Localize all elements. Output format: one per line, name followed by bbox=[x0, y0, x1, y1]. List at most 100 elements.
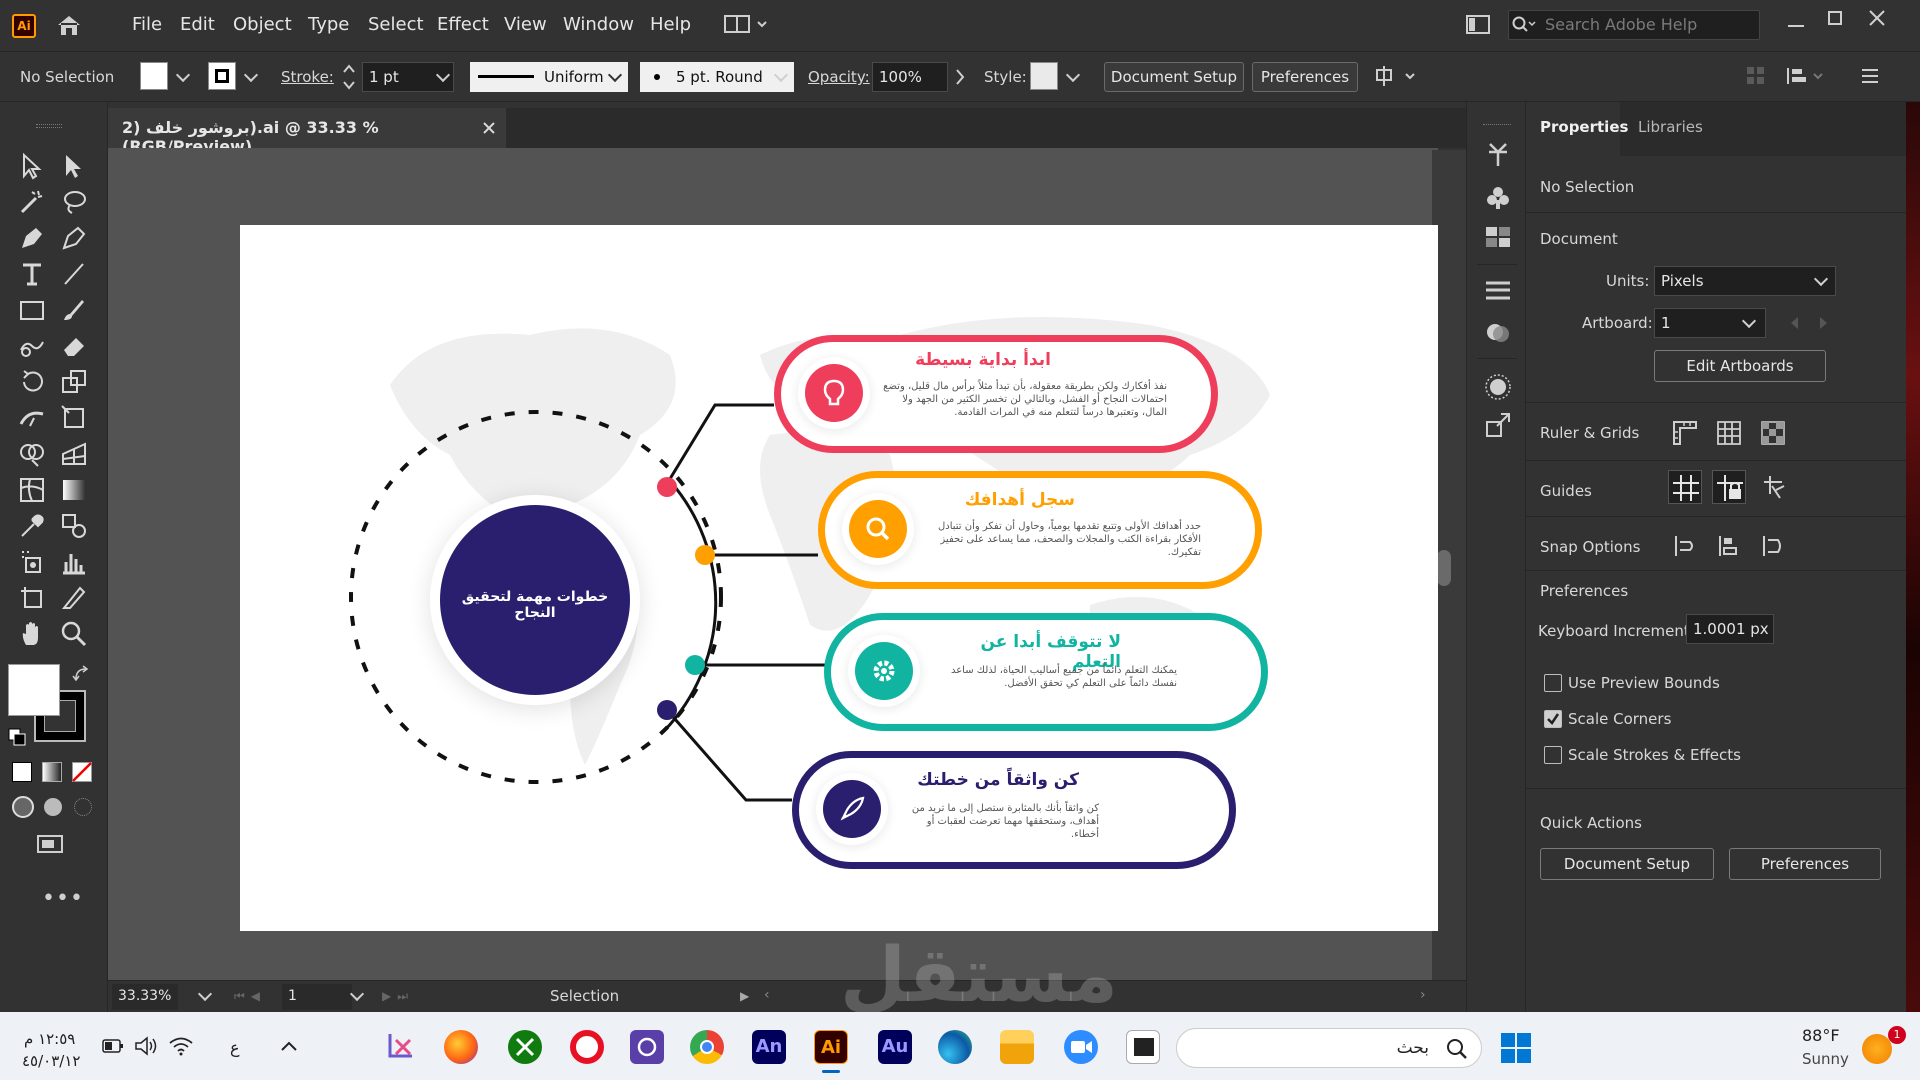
scroll-left-icon[interactable]: ‹ bbox=[764, 987, 770, 1003]
rulers-toggle-icon[interactable] bbox=[1672, 420, 1698, 446]
dock-grip[interactable] bbox=[1483, 124, 1511, 127]
fill-dropdown-icon[interactable] bbox=[175, 67, 191, 83]
curvature-tool-icon[interactable] bbox=[60, 224, 88, 252]
mesh-tool-icon[interactable] bbox=[18, 476, 46, 504]
sun-weather-icon[interactable] bbox=[1862, 1034, 1892, 1064]
menu-window[interactable]: Window bbox=[563, 14, 634, 35]
opacity-arrow-icon[interactable] bbox=[954, 68, 966, 86]
volume-icon[interactable] bbox=[134, 1036, 158, 1056]
close-window-button[interactable] bbox=[1868, 9, 1886, 27]
style-dropdown-icon[interactable] bbox=[1065, 67, 1081, 83]
units-select[interactable]: Pixels bbox=[1654, 266, 1836, 296]
smart-guides-icon[interactable] bbox=[1760, 474, 1788, 502]
preferences-button[interactable]: Preferences bbox=[1252, 62, 1358, 92]
free-transform-tool-icon[interactable] bbox=[60, 404, 88, 432]
blend-tool-icon[interactable] bbox=[60, 512, 88, 540]
symbol-sprayer-tool-icon[interactable] bbox=[18, 548, 46, 576]
artboard-nav-field[interactable]: 1 bbox=[282, 984, 352, 1010]
vertical-scroll-thumb[interactable] bbox=[1437, 550, 1451, 586]
edit-artboards-button[interactable]: Edit Artboards bbox=[1654, 350, 1826, 382]
scale-strokes-checkbox[interactable] bbox=[1544, 746, 1562, 764]
snap-to-pixel-icon[interactable] bbox=[1716, 534, 1742, 558]
next-artboard-icon[interactable] bbox=[1818, 316, 1830, 330]
opacity-field[interactable]: 100% bbox=[872, 62, 948, 92]
animate-app[interactable]: An bbox=[752, 1030, 786, 1064]
stroke-color-dropdown-icon[interactable] bbox=[243, 67, 259, 83]
direct-selection-tool-icon[interactable] bbox=[60, 152, 88, 180]
asset-export-icon[interactable] bbox=[1485, 412, 1511, 438]
lock-guides-button[interactable] bbox=[1712, 470, 1746, 504]
transparency-icon[interactable] bbox=[1485, 320, 1511, 346]
pen-tool-icon[interactable] bbox=[18, 224, 46, 252]
menu-help[interactable]: Help bbox=[650, 14, 691, 35]
screen-mode-icon[interactable] bbox=[36, 832, 68, 856]
zoom-field[interactable]: 33.33% bbox=[112, 984, 178, 1010]
panel-menu-icon[interactable] bbox=[1860, 68, 1880, 84]
maximize-button[interactable] bbox=[1828, 11, 1842, 25]
artboard-tool-icon[interactable] bbox=[18, 584, 46, 612]
search-help-input[interactable]: Search Adobe Help bbox=[1508, 10, 1760, 40]
quick-document-setup-button[interactable]: Document Setup bbox=[1540, 848, 1714, 880]
opera-app[interactable] bbox=[570, 1030, 604, 1064]
zoom-app[interactable] bbox=[1064, 1030, 1098, 1064]
first-prev-artboard-icon[interactable]: ⏮◀ bbox=[234, 989, 266, 1004]
document-setup-button[interactable]: Document Setup bbox=[1104, 62, 1244, 92]
column-graph-tool-icon[interactable] bbox=[60, 548, 88, 576]
minimize-button[interactable] bbox=[1788, 25, 1804, 27]
lasso-tool-icon[interactable] bbox=[60, 188, 88, 216]
chrome-app[interactable] bbox=[690, 1030, 724, 1064]
start-button[interactable] bbox=[1500, 1032, 1532, 1064]
align-options-icon[interactable] bbox=[1374, 64, 1420, 88]
edit-toolbar-icon[interactable]: ••• bbox=[42, 886, 84, 911]
wifi-icon[interactable] bbox=[168, 1036, 194, 1056]
input-language[interactable]: ع bbox=[230, 1038, 240, 1057]
use-preview-bounds-checkbox[interactable] bbox=[1544, 674, 1562, 692]
workspace-switcher-icon[interactable] bbox=[724, 14, 770, 36]
scale-corners-checkbox[interactable] bbox=[1544, 710, 1562, 728]
width-tool-icon[interactable] bbox=[18, 404, 46, 432]
rotate-tool-icon[interactable] bbox=[18, 368, 46, 396]
eraser-tool-icon[interactable] bbox=[60, 332, 88, 360]
scale-tool-icon[interactable] bbox=[60, 368, 88, 396]
eyedropper-tool-icon[interactable] bbox=[18, 512, 46, 540]
gradient-mode-icon[interactable] bbox=[42, 762, 62, 782]
draw-behind-icon[interactable] bbox=[44, 798, 62, 816]
stroke-panel-icon[interactable] bbox=[1485, 280, 1511, 302]
stroke-label[interactable]: Stroke: bbox=[281, 68, 334, 86]
proton-app[interactable] bbox=[630, 1030, 664, 1064]
fill-color-swatch[interactable] bbox=[8, 664, 60, 716]
menu-object[interactable]: Object bbox=[233, 14, 292, 35]
swatches-icon[interactable] bbox=[1485, 226, 1511, 248]
menu-select[interactable]: Select bbox=[368, 14, 424, 35]
tab-libraries[interactable]: Libraries bbox=[1638, 118, 1703, 136]
zoom-tool-icon[interactable] bbox=[60, 620, 88, 648]
menu-view[interactable]: View bbox=[504, 14, 547, 35]
scroll-right-icon[interactable]: › bbox=[1420, 987, 1426, 1003]
draw-inside-icon[interactable] bbox=[74, 798, 92, 816]
default-colors-icon[interactable] bbox=[8, 728, 28, 748]
stroke-profile-select[interactable]: Uniform bbox=[470, 62, 628, 92]
home-icon[interactable] bbox=[56, 14, 82, 36]
taskbar-search-box[interactable]: بحث bbox=[1176, 1028, 1482, 1068]
brush-select[interactable]: 5 pt. Round bbox=[640, 62, 794, 92]
perspective-grid-tool-icon[interactable] bbox=[60, 440, 88, 468]
snap-to-glyph-icon[interactable] bbox=[1760, 534, 1786, 558]
edge-app[interactable] bbox=[938, 1030, 972, 1064]
opacity-label[interactable]: Opacity: bbox=[808, 68, 870, 86]
battery-icon[interactable] bbox=[102, 1038, 124, 1054]
next-last-artboard-icon[interactable]: ▶⏭ bbox=[382, 989, 414, 1004]
status-menu-arrow-icon[interactable]: ▶ bbox=[740, 989, 749, 1003]
file-explorer-app[interactable] bbox=[1000, 1030, 1034, 1064]
transparency-grid-icon[interactable] bbox=[1760, 420, 1786, 446]
menu-edit[interactable]: Edit bbox=[180, 14, 215, 35]
draw-normal-icon[interactable] bbox=[12, 796, 34, 818]
puppet-warp-icon[interactable] bbox=[1485, 140, 1511, 168]
snap-to-point-icon[interactable] bbox=[1672, 534, 1698, 558]
tab-properties[interactable]: Properties bbox=[1540, 118, 1628, 136]
artboard[interactable]: خطوات مهمة لتحقيق النجاح ابدأ بداية بسيط… bbox=[240, 225, 1438, 931]
document-tab[interactable]: 2) بروشور خلف).ai @ 33.33 % (RGB/Preview… bbox=[108, 108, 506, 156]
selection-tool-icon[interactable] bbox=[18, 152, 46, 180]
keyboard-increment-field[interactable]: 1.0001 px bbox=[1686, 614, 1774, 644]
snipping-tool-app[interactable] bbox=[384, 1030, 418, 1064]
close-tab-icon[interactable] bbox=[482, 121, 496, 135]
